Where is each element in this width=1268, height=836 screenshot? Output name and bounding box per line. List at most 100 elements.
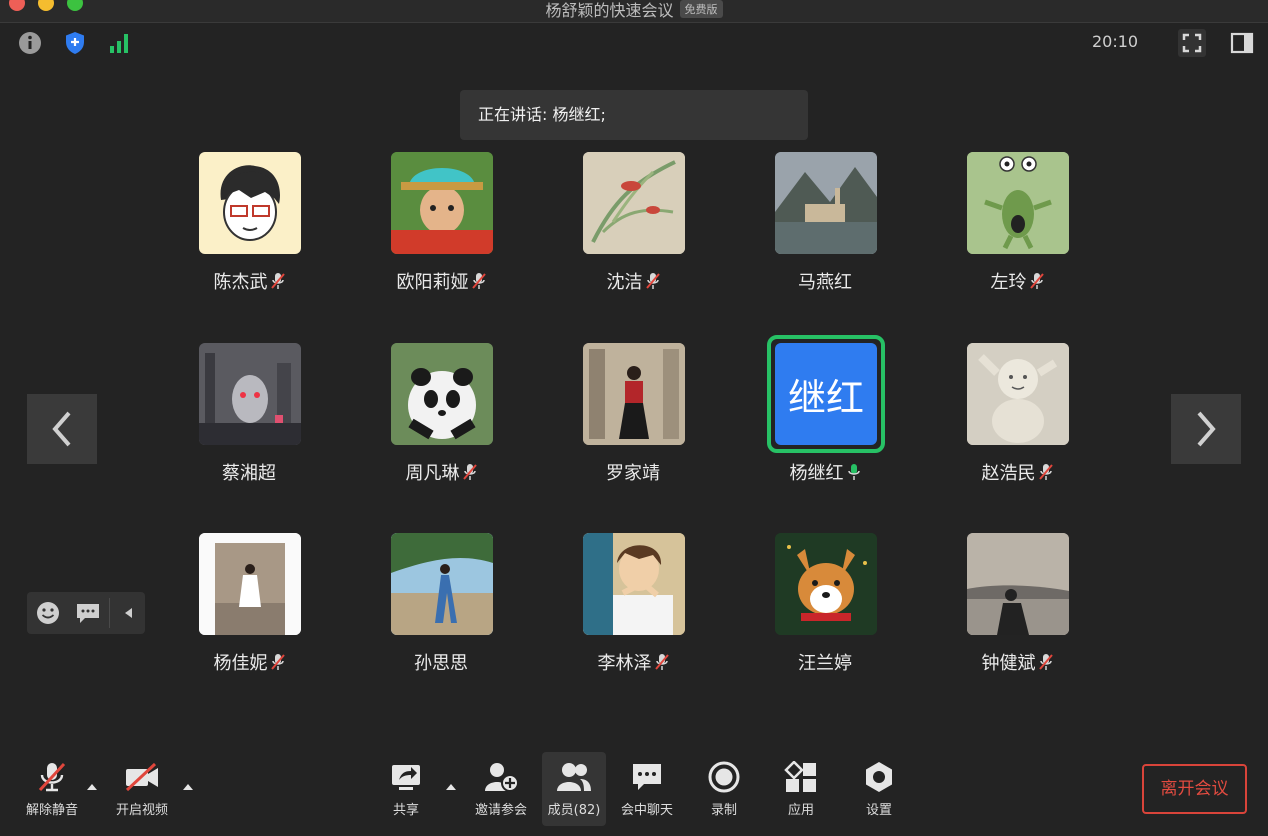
chat-button[interactable]: 会中聊天 [612, 756, 682, 826]
chat-bubble-icon [633, 764, 661, 790]
participant-name: 沈洁 [553, 268, 713, 294]
share-button[interactable]: 共享 [371, 756, 441, 826]
record-button[interactable]: 录制 [689, 756, 759, 826]
participant-tile[interactable]: 欧阳莉娅 [361, 152, 521, 302]
avatar [391, 343, 493, 445]
plan-badge: 免费版 [679, 0, 723, 18]
settings-button[interactable]: 设置 [844, 756, 914, 826]
info-icon[interactable] [18, 31, 42, 55]
members-button[interactable]: 成员(82) [542, 752, 606, 826]
participant-tile[interactable]: 赵浩民 [937, 343, 1097, 493]
mic-muted-icon [471, 273, 486, 289]
security-shield-icon[interactable] [63, 31, 87, 55]
meeting-title: 杨舒颖的快速会议 [545, 1, 674, 20]
avatar [775, 152, 877, 254]
apps-button[interactable]: 应用 [766, 756, 836, 826]
fullscreen-icon [1182, 33, 1202, 53]
participant-tile[interactable]: 李林泽 [553, 533, 713, 683]
camera-off-icon [125, 762, 158, 792]
participant-name: 孙思思 [414, 653, 468, 674]
title-bar: 杨舒颖的快速会议 免费版 [0, 0, 1268, 23]
leave-meeting-button[interactable]: 离开会议 [1142, 764, 1247, 814]
avatar [775, 533, 877, 635]
participant-tile[interactable]: 周凡琳 [361, 343, 521, 493]
chevron-right-icon [1197, 411, 1216, 447]
participant-name: 陈杰武 [169, 268, 329, 294]
meeting-clock: 20:10 [1092, 32, 1139, 51]
reaction-bar [27, 592, 145, 634]
avatar [967, 152, 1069, 254]
mic-muted-icon [38, 762, 66, 792]
mic-active-icon [847, 464, 860, 480]
chat-label: 会中聊天 [620, 803, 673, 818]
participant-name: 罗家靖 [606, 463, 660, 484]
members-label: 成员(82) [547, 803, 601, 818]
participant-name: 周凡琳 [361, 459, 521, 485]
triangle-left-icon [125, 608, 132, 618]
mic-muted-icon [654, 654, 669, 670]
share-label: 共享 [392, 803, 419, 818]
avatar [583, 533, 685, 635]
add-user-icon [485, 763, 519, 792]
participant-tile[interactable]: 钟健斌 [937, 533, 1097, 683]
mic-muted-icon [1029, 273, 1044, 289]
mic-muted-icon [1038, 464, 1053, 480]
participant-tile[interactable]: 沈洁 [553, 152, 713, 302]
prev-page-button[interactable] [27, 394, 97, 464]
participant-tile[interactable]: 蔡湘超 [169, 343, 329, 493]
participant-name: 蔡湘超 [222, 463, 276, 484]
participant-tile[interactable]: 罗家靖 [553, 343, 713, 493]
divider [109, 598, 110, 628]
participant-tile[interactable]: 陈杰武 [169, 152, 329, 302]
signal-strength-icon[interactable] [108, 31, 132, 55]
participant-name: 欧阳莉娅 [361, 268, 521, 294]
unmute-label: 解除静音 [25, 803, 78, 818]
apps-grid-icon [784, 761, 816, 792]
avatar [391, 533, 493, 635]
share-options-caret[interactable] [446, 784, 456, 790]
participant-tile[interactable]: 继红 杨继红 [745, 335, 905, 493]
quick-chat-button[interactable] [75, 600, 101, 626]
start-video-label: 开启视频 [115, 803, 168, 818]
participant-tile[interactable]: 马燕红 [745, 152, 905, 302]
next-page-button[interactable] [1171, 394, 1241, 464]
apps-label: 应用 [787, 803, 814, 818]
fullscreen-button[interactable] [1178, 29, 1206, 57]
mic-muted-icon [462, 464, 477, 480]
emoji-reaction-button[interactable] [35, 600, 61, 626]
participant-tile[interactable]: 杨佳妮 [169, 533, 329, 683]
mic-muted-icon [645, 273, 660, 289]
participant-name: 钟健斌 [937, 649, 1097, 675]
avatar-initials: 继红 [787, 375, 864, 420]
video-options-caret[interactable] [183, 784, 193, 790]
record-icon [708, 761, 740, 793]
mic-muted-icon [270, 654, 285, 670]
window-title: 杨舒颖的快速会议 免费版 [0, 0, 1268, 21]
record-label: 录制 [710, 803, 737, 818]
avatar [199, 343, 301, 445]
avatar [967, 533, 1069, 635]
participant-tile[interactable]: 汪兰婷 [745, 533, 905, 683]
invite-label: 邀请参会 [474, 803, 527, 818]
sidebar-toggle-button[interactable] [1228, 29, 1256, 57]
avatar [199, 533, 301, 635]
avatar [583, 343, 685, 445]
start-video-button[interactable]: 开启视频 [107, 756, 177, 826]
speaking-indicator: 正在讲话: 杨继红; [460, 90, 808, 140]
settings-label: 设置 [865, 803, 892, 818]
collapse-reaction-bar-button[interactable] [119, 603, 139, 623]
invite-button[interactable]: 邀请参会 [466, 756, 536, 826]
members-icon [557, 763, 591, 791]
chevron-left-icon [52, 411, 71, 447]
mic-muted-icon [1038, 654, 1053, 670]
gear-icon [866, 762, 892, 792]
avatar [967, 343, 1069, 445]
sidebar-panel-icon [1230, 32, 1254, 54]
participant-tile[interactable]: 孙思思 [361, 533, 521, 683]
participant-name: 杨继红 [745, 459, 905, 485]
mic-muted-icon [270, 273, 285, 289]
unmute-button[interactable]: 解除静音 [17, 756, 87, 826]
avatar [199, 152, 301, 254]
participant-tile[interactable]: 左玲 [937, 152, 1097, 302]
audio-options-caret[interactable] [87, 784, 97, 790]
